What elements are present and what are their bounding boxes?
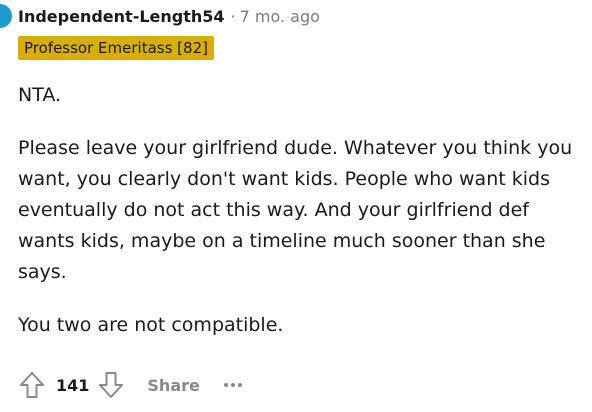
- more-options-icon[interactable]: [223, 383, 242, 387]
- more-dot: [230, 383, 235, 387]
- comment-timestamp[interactable]: 7 mo. ago: [240, 7, 320, 26]
- comment-meta: Independent-Length54 · 7 mo. ago: [18, 7, 320, 27]
- avatar[interactable]: [0, 4, 12, 28]
- share-button[interactable]: Share: [147, 376, 199, 395]
- user-flair: Professor Emeritass [82]: [18, 36, 214, 60]
- comment-body: NTA. Please leave your girlfriend dude. …: [18, 80, 584, 363]
- comment-paragraph: You two are not compatible.: [18, 314, 284, 336]
- downvote-arrow-icon[interactable]: [97, 370, 125, 400]
- comment-paragraph: NTA.: [18, 84, 62, 106]
- upvote-arrow-icon[interactable]: [18, 370, 46, 400]
- more-dot: [237, 383, 242, 387]
- comment-actions: 141 Share: [18, 370, 242, 400]
- vote-score: 141: [56, 375, 90, 395]
- comment-paragraph: Please leave your girlfriend dude. Whate…: [18, 137, 573, 283]
- meta-separator: ·: [230, 7, 236, 26]
- more-dot: [223, 383, 228, 387]
- author-name[interactable]: Independent-Length54: [18, 7, 225, 26]
